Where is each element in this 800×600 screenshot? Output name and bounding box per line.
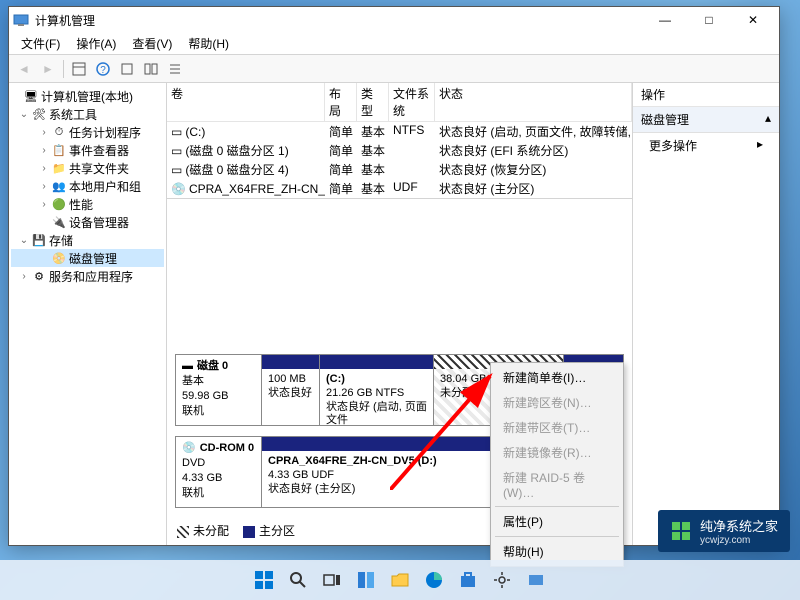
actions-more[interactable]: 更多操作 ▸ — [633, 133, 779, 158]
tree-item-diskmgmt[interactable]: 📀磁盘管理 — [11, 249, 164, 267]
volume-list[interactable]: 卷 布局 类型 文件系统 状态 ▭(C:)简单基本NTFS状态良好 (启动, 页… — [167, 83, 632, 199]
ctx-new-spanned: 新建跨区卷(N)… — [491, 390, 623, 415]
settings-icon[interactable] — [489, 567, 515, 593]
disc-icon: 💿 — [182, 441, 196, 456]
sep — [495, 506, 619, 507]
tree-item[interactable]: ›📁共享文件夹 — [11, 159, 164, 177]
explorer-icon[interactable] — [387, 567, 413, 593]
ctx-new-simple-volume[interactable]: 新建简单卷(I)… — [491, 365, 623, 390]
collapse-icon: ▴ — [765, 111, 771, 128]
actions-header: 操作 — [633, 83, 779, 107]
partition[interactable]: 100 MB状态良好 — [262, 355, 320, 425]
volume-row[interactable]: 💿CPRA_X64FRE_ZH-CN_DV5 (D:)简单基本UDF状态良好 (… — [167, 179, 632, 198]
col-type[interactable]: 类型 — [357, 83, 389, 121]
menubar: 文件(F) 操作(A) 查看(V) 帮助(H) — [9, 33, 779, 55]
back-button[interactable]: ◄ — [13, 58, 35, 80]
volume-row[interactable]: ▭(C:)简单基本NTFS状态良好 (启动, 页面文件, 故障转储, 基本数据分 — [167, 122, 632, 141]
window-title: 计算机管理 — [35, 12, 643, 29]
volume-row[interactable]: ▭(磁盘 0 磁盘分区 1)简单基本状态良好 (EFI 系统分区) — [167, 141, 632, 160]
app-icon[interactable] — [523, 567, 549, 593]
drive-icon: ▭ — [171, 163, 182, 177]
search-icon[interactable] — [285, 567, 311, 593]
tree-item[interactable]: ›👥本地用户和组 — [11, 177, 164, 195]
perf-icon: 🟢 — [52, 197, 66, 211]
context-menu: 新建简单卷(I)… 新建跨区卷(N)… 新建带区卷(T)… 新建镜像卷(R)… … — [490, 362, 624, 567]
taskview-icon[interactable] — [319, 567, 345, 593]
volume-row[interactable]: ▭(磁盘 0 磁盘分区 4)简单基本状态良好 (恢复分区) — [167, 160, 632, 179]
legend-primary: 主分区 — [243, 522, 295, 539]
close-button[interactable]: ✕ — [731, 7, 775, 33]
menu-view[interactable]: 查看(V) — [124, 35, 180, 52]
drive-icon: ▭ — [171, 144, 182, 158]
toolbar-btn[interactable] — [68, 58, 90, 80]
tree-group-services[interactable]: ›⚙服务和应用程序 — [11, 267, 164, 285]
widgets-icon[interactable] — [353, 567, 379, 593]
minimize-button[interactable]: — — [643, 7, 687, 33]
col-layout[interactable]: 布局 — [325, 83, 357, 121]
toolbar: ◄ ► ? — [9, 55, 779, 83]
task-icon: ⏱ — [52, 125, 66, 139]
edge-icon[interactable] — [421, 567, 447, 593]
menu-file[interactable]: 文件(F) — [13, 35, 68, 52]
tree-root[interactable]: 🖥计算机管理(本地) — [11, 87, 164, 105]
legend-unallocated: 未分配 — [177, 522, 229, 539]
tree-item[interactable]: 🔌设备管理器 — [11, 213, 164, 231]
col-fs[interactable]: 文件系统 — [389, 83, 435, 121]
disk-info[interactable]: ▬磁盘 0 基本 59.98 GB 联机 — [176, 355, 262, 425]
app-icon — [13, 12, 29, 28]
services-icon: ⚙ — [32, 269, 46, 283]
body: 🖥计算机管理(本地) ⌄🛠系统工具 ›⏱任务计划程序 ›📋事件查看器 ›📁共享文… — [9, 83, 779, 545]
share-icon: 📁 — [52, 161, 66, 175]
tree-item[interactable]: ›🟢性能 — [11, 195, 164, 213]
col-status[interactable]: 状态 — [435, 83, 632, 121]
drive-icon: ▭ — [171, 125, 182, 139]
nav-tree[interactable]: 🖥计算机管理(本地) ⌄🛠系统工具 ›⏱任务计划程序 ›📋事件查看器 ›📁共享文… — [9, 83, 167, 545]
disc-icon: 💿 — [171, 182, 186, 196]
store-icon[interactable] — [455, 567, 481, 593]
help-button[interactable]: ? — [92, 58, 114, 80]
toolbar-btn[interactable] — [140, 58, 162, 80]
disk-icon: ▬ — [182, 359, 193, 374]
ctx-properties[interactable]: 属性(P) — [491, 509, 623, 534]
toolbar-btn[interactable] — [116, 58, 138, 80]
chevron-right-icon: ▸ — [757, 137, 763, 151]
tree-group-system[interactable]: ⌄🛠系统工具 — [11, 105, 164, 123]
toolbar-btn[interactable] — [164, 58, 186, 80]
spacer — [167, 199, 632, 344]
start-button[interactable] — [251, 567, 277, 593]
sep — [495, 536, 619, 537]
storage-icon: 💾 — [32, 233, 46, 247]
svg-text:?: ? — [100, 65, 106, 76]
disk-info[interactable]: 💿CD-ROM 0 DVD 4.33 GB 联机 — [176, 437, 262, 507]
partition-c[interactable]: (C:)21.26 GB NTFS状态良好 (启动, 页面文件 — [320, 355, 434, 425]
fwd-button[interactable]: ► — [37, 58, 59, 80]
event-icon: 📋 — [52, 143, 66, 157]
watermark: 纯净系统之家 ycwjzy.com — [658, 510, 790, 552]
users-icon: 👥 — [52, 179, 66, 193]
device-icon: 🔌 — [52, 215, 66, 229]
actions-section[interactable]: 磁盘管理▴ — [633, 107, 779, 133]
col-volume[interactable]: 卷 — [167, 83, 325, 121]
computer-management-window: 计算机管理 — □ ✕ 文件(F) 操作(A) 查看(V) 帮助(H) ◄ ► … — [8, 6, 780, 546]
menu-help[interactable]: 帮助(H) — [180, 35, 237, 52]
volume-header: 卷 布局 类型 文件系统 状态 — [167, 83, 632, 122]
ctx-new-striped: 新建带区卷(T)… — [491, 415, 623, 440]
tree-item[interactable]: ›⏱任务计划程序 — [11, 123, 164, 141]
menu-action[interactable]: 操作(A) — [68, 35, 124, 52]
actions-panel: 操作 磁盘管理▴ 更多操作 ▸ — [633, 83, 779, 545]
tree-group-storage[interactable]: ⌄💾存储 — [11, 231, 164, 249]
disk-icon: 📀 — [52, 251, 66, 265]
computer-icon: 🖥 — [24, 89, 38, 103]
taskbar[interactable] — [0, 560, 800, 600]
logo-icon — [670, 520, 692, 542]
titlebar[interactable]: 计算机管理 — □ ✕ — [9, 7, 779, 33]
sep — [63, 60, 64, 78]
tree-item[interactable]: ›📋事件查看器 — [11, 141, 164, 159]
ctx-new-mirrored: 新建镜像卷(R)… — [491, 440, 623, 465]
maximize-button[interactable]: □ — [687, 7, 731, 33]
ctx-new-raid5: 新建 RAID-5 卷(W)… — [491, 465, 623, 504]
tools-icon: 🛠 — [32, 107, 46, 121]
